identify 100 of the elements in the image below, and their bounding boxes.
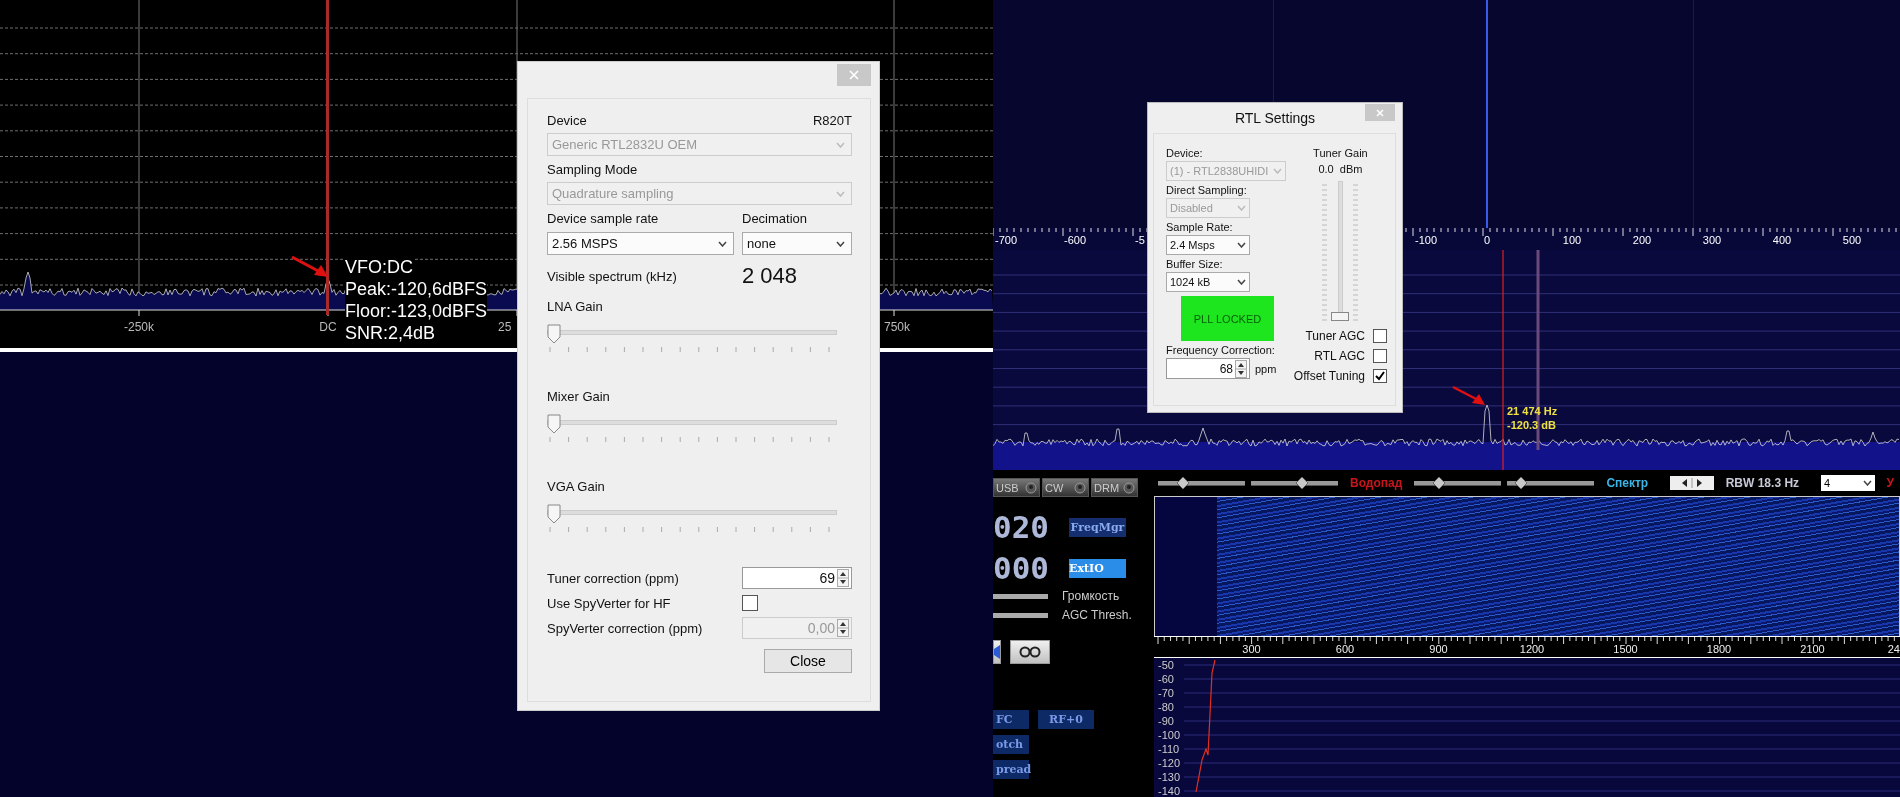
slider-thumb[interactable]: [1296, 477, 1308, 489]
checkbox[interactable]: [1373, 329, 1387, 343]
toolbar-label: У: [1886, 476, 1894, 490]
speaker-button[interactable]: [993, 640, 1001, 664]
slider-thumb[interactable]: [547, 324, 561, 344]
field-label: Device sample rate: [547, 211, 660, 226]
spinner-arrows-icon: [1235, 359, 1247, 378]
close-button[interactable]: Close: [764, 649, 852, 673]
axis-label: -100: [1415, 234, 1437, 246]
slider-bar[interactable]: [993, 593, 1048, 599]
mode-button[interactable]: DRM: [1091, 478, 1138, 497]
dialog-title: RTL Settings: [1234, 110, 1316, 126]
slider-label: AGC Thresh.: [1062, 608, 1132, 622]
tuning-marker[interactable]: [1502, 250, 1504, 470]
chevron-icon: [836, 240, 845, 247]
tool-button[interactable]: RF+0: [1038, 710, 1094, 729]
slider-thumb[interactable]: [1433, 477, 1446, 489]
axis-label: 300: [1242, 643, 1261, 655]
axis-label: -700: [995, 234, 1017, 246]
field-label: Use SpyVerter for HF: [547, 595, 672, 611]
icon-button[interactable]: [1010, 640, 1050, 664]
mode-button[interactable]: CW: [1042, 478, 1089, 497]
chevron-icon: [836, 190, 845, 197]
field-label: Frequency Correction:: [1166, 344, 1276, 356]
axis-label: -50: [1158, 658, 1175, 672]
axis-label: 25: [498, 320, 512, 334]
axis-label: -90: [1158, 714, 1175, 728]
stepper-control[interactable]: [1670, 476, 1714, 490]
axis-label: -250k: [124, 320, 154, 334]
gain-slider[interactable]: [547, 504, 837, 524]
slider-label: LNA Gain: [547, 299, 604, 314]
axis-label: -70: [1158, 686, 1175, 700]
gain-slider[interactable]: [547, 324, 837, 344]
field-label: Tuner Gain: [1313, 147, 1368, 159]
axis-label: 0: [1483, 234, 1491, 246]
spinner-arrows-icon: [837, 619, 849, 637]
slider-thumb[interactable]: [547, 504, 561, 524]
axis-label: 900: [1429, 643, 1448, 655]
decimation-dropdown[interactable]: none: [742, 232, 852, 255]
chevron-icon: [1862, 480, 1872, 486]
display-slider[interactable]: [1251, 477, 1339, 489]
number-field[interactable]: 68: [1166, 358, 1250, 379]
slider-thumb[interactable]: [1176, 477, 1189, 489]
checkbox[interactable]: [1373, 369, 1387, 383]
slider-bar[interactable]: [993, 612, 1048, 618]
checkbox-label: Offset Tuning: [1293, 369, 1365, 383]
axis-label: -80: [1158, 700, 1175, 714]
axis-label: 300: [1702, 234, 1722, 246]
averaging-dropdown[interactable]: 4: [1821, 475, 1875, 491]
field-label: SpyVerter correction (ppm): [547, 620, 704, 636]
axis-label: -600: [1064, 234, 1086, 246]
tool-button[interactable]: FC: [993, 710, 1029, 729]
slider-label: Громкость: [1062, 589, 1120, 603]
axis-label: 1800: [1706, 643, 1732, 655]
axis-label: 750k: [884, 320, 911, 334]
checkbox[interactable]: [1373, 349, 1387, 363]
tool-button[interactable]: FreqMgr: [1069, 517, 1126, 537]
field-label: Device:: [1166, 147, 1204, 159]
axis-label: DC: [319, 320, 337, 334]
axis-label: -120: [1158, 756, 1181, 770]
axis-label: -130: [1158, 770, 1181, 784]
gain-slider[interactable]: [547, 414, 837, 434]
dropdown[interactable]: 2.4 Msps: [1166, 235, 1250, 255]
display-slider[interactable]: [1158, 477, 1245, 489]
checkbox-label: RTL AGC: [1314, 349, 1365, 363]
axis-label: -110: [1158, 742, 1181, 756]
dropdown[interactable]: 1024 kB: [1166, 272, 1250, 292]
axis-label: 500: [1842, 234, 1862, 246]
close-icon: [1376, 108, 1384, 117]
slider-thumb[interactable]: [1514, 477, 1527, 489]
close-icon: [849, 70, 859, 80]
slider-thumb[interactable]: [1331, 312, 1350, 321]
gain-slider[interactable]: [1331, 181, 1350, 321]
axis-label: 1200: [1519, 643, 1545, 655]
tool-button[interactable]: otch: [993, 735, 1029, 754]
check-icon: [1375, 371, 1385, 381]
tuning-marker[interactable]: [326, 0, 329, 315]
axis-label: 1500: [1613, 643, 1638, 655]
spectrum-value: 2 048: [742, 263, 799, 289]
axis-label: 400: [1772, 234, 1792, 246]
arrow-icon: [290, 255, 330, 279]
peak-readout: -120.3 dB: [1507, 418, 1557, 432]
axis-label: -60: [1158, 672, 1175, 686]
status-indicator: PLL LOCKED: [1181, 296, 1274, 341]
checkbox-label: Tuner AGC: [1305, 329, 1365, 343]
display-slider[interactable]: [1507, 477, 1595, 489]
number-field[interactable]: 69: [742, 567, 852, 589]
field-label: Sample Rate:: [1166, 221, 1234, 233]
display-slider[interactable]: [1414, 477, 1502, 489]
spinner-arrows-icon: [837, 569, 849, 587]
knob-icon: [1074, 481, 1086, 494]
rate-dropdown[interactable]: 2.56 MSPS: [547, 232, 734, 255]
checkbox[interactable]: [742, 595, 758, 611]
slider-thumb[interactable]: [547, 414, 561, 434]
tool-button[interactable]: ExtIO: [1069, 558, 1126, 578]
field-label: Tuner correction (ppm): [547, 570, 680, 586]
unit-label: ppm: [1255, 362, 1277, 375]
axis-label: 2100: [1800, 643, 1825, 655]
mode-button[interactable]: USB: [993, 478, 1040, 497]
field-label: Visible spectrum (kHz): [547, 268, 678, 284]
